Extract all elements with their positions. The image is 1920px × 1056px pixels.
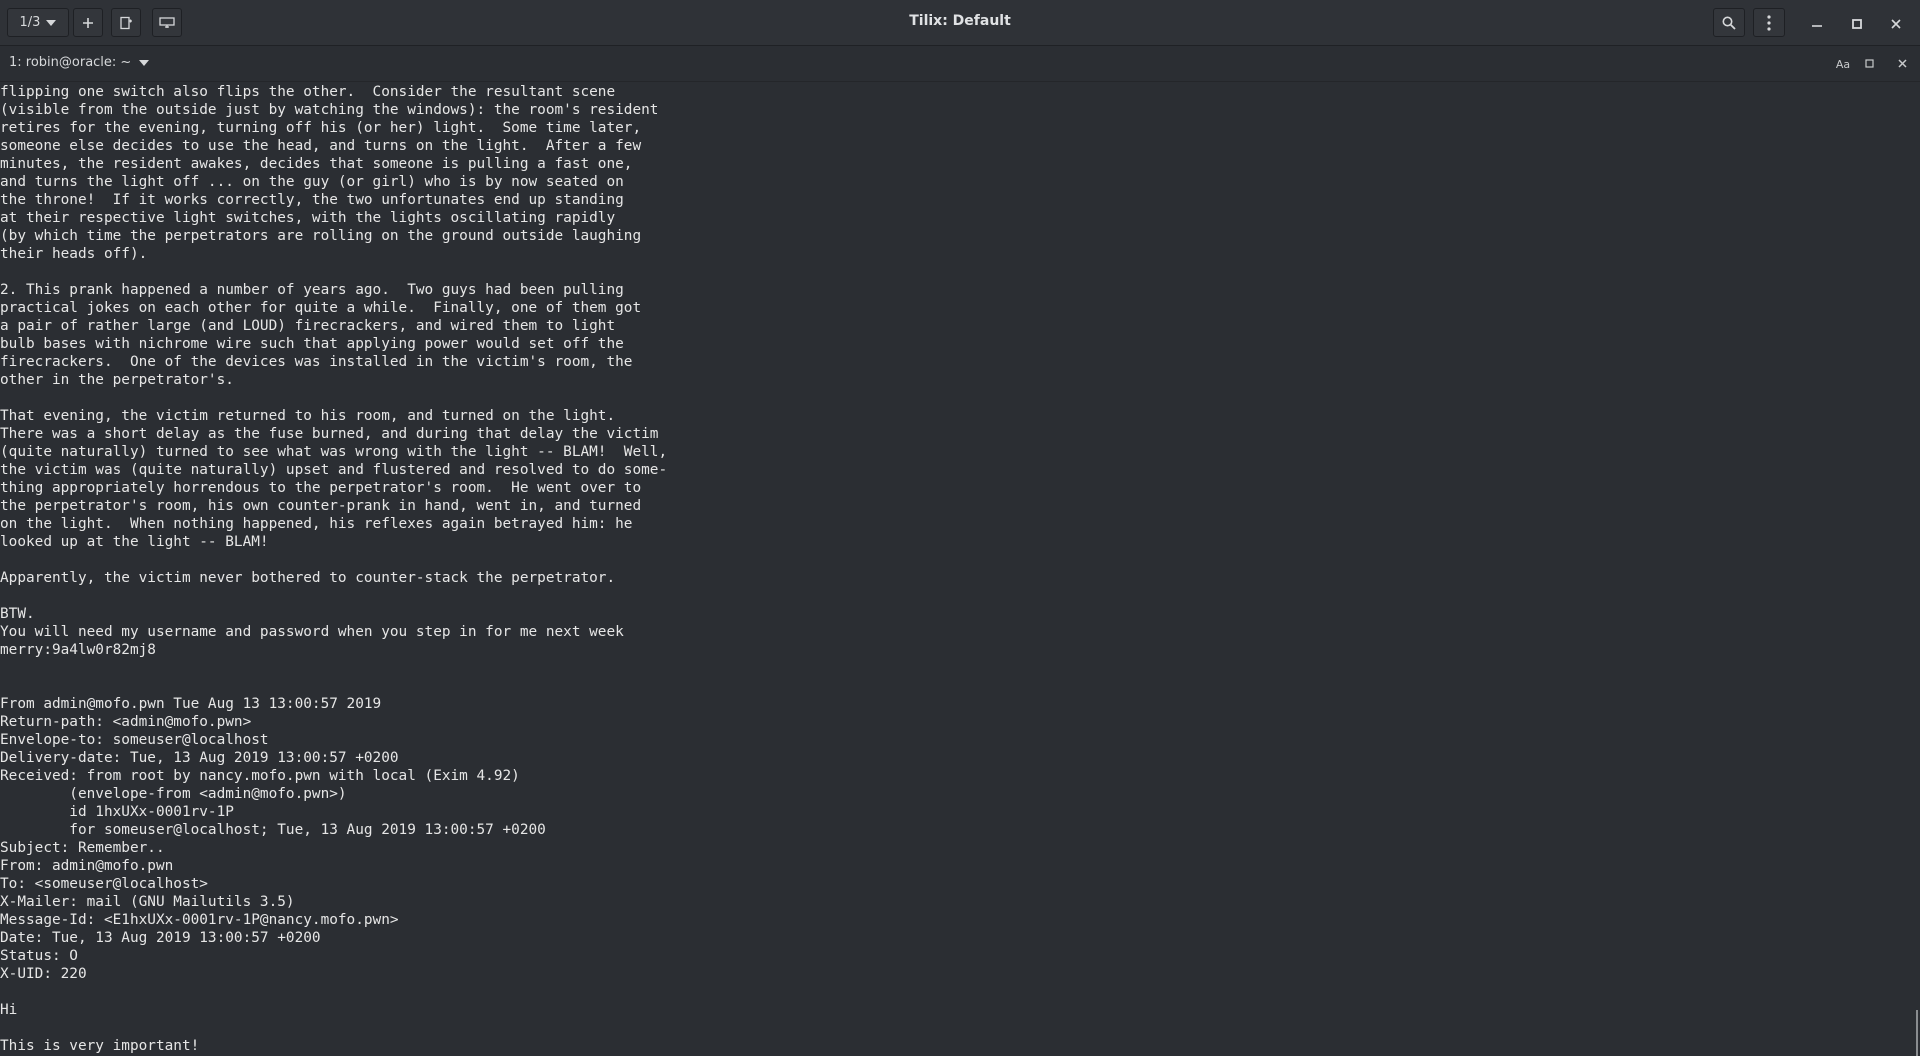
close-button[interactable] bbox=[1883, 10, 1909, 36]
terminal-line: BTW. bbox=[0, 606, 35, 622]
terminal-line: To: <someuser@localhost> bbox=[0, 876, 208, 892]
title-bar: 1/3 Tilix: Default bbox=[0, 0, 1920, 46]
chevron-down-icon bbox=[46, 19, 57, 26]
terminal-window: 1/3 Tilix: Default 1: robin@oracle: ~ Aa… bbox=[0, 0, 1920, 1056]
close-icon bbox=[1891, 14, 1901, 33]
terminal-line: retires for the evening, turning off his… bbox=[0, 120, 642, 136]
terminal-line: on the light. When nothing happened, his… bbox=[0, 516, 633, 532]
font-icon[interactable]: Aa bbox=[1836, 57, 1850, 71]
terminal-line: firecrackers. One of the devices was ins… bbox=[0, 354, 633, 370]
chevron-down-icon bbox=[139, 55, 150, 70]
terminal-line: From: admin@mofo.pwn bbox=[0, 858, 174, 874]
terminal-line: a pair of rather large (and LOUD) firecr… bbox=[0, 318, 616, 334]
terminal-line: That evening, the victim returned to his… bbox=[0, 408, 616, 424]
add-terminal-button[interactable] bbox=[73, 8, 103, 37]
terminal-line: the perpetrator's room, his own counter-… bbox=[0, 498, 642, 514]
terminal-line: other in the perpetrator's. bbox=[0, 372, 234, 388]
sync-input-button[interactable] bbox=[152, 8, 182, 37]
terminal-line: flipping one switch also flips the other… bbox=[0, 84, 616, 100]
terminal-line: looked up at the light -- BLAM! bbox=[0, 534, 269, 550]
terminal-line: Envelope-to: someuser@localhost bbox=[0, 732, 269, 748]
terminal-line: There was a short delay as the fuse burn… bbox=[0, 426, 659, 442]
terminal-line: Status: O bbox=[0, 948, 78, 964]
vertical-dots-icon bbox=[1767, 14, 1771, 31]
terminal-line: and turns the light off ... on the guy (… bbox=[0, 174, 624, 190]
terminal-line: practical jokes on each other for quite … bbox=[0, 300, 642, 316]
terminal-maximize-button[interactable] bbox=[1862, 57, 1876, 71]
terminal-title: 1: robin@oracle: ~ bbox=[9, 55, 132, 70]
terminal-line: the throne! If it works correctly, the t… bbox=[0, 192, 624, 208]
terminal-line: bulb bases with nichrome wire such that … bbox=[0, 336, 624, 352]
terminal-line: their heads off). bbox=[0, 246, 148, 262]
terminal-line: minutes, the resident awakes, decides th… bbox=[0, 156, 633, 172]
add-terminal-right-button[interactable] bbox=[111, 8, 141, 37]
window-title: Tilix: Default bbox=[909, 13, 1011, 29]
session-selector-button[interactable]: 1/3 bbox=[7, 8, 69, 37]
menu-button[interactable] bbox=[1753, 8, 1785, 37]
terminal-line: You will need my username and password w… bbox=[0, 624, 624, 640]
terminal-line: From admin@mofo.pwn Tue Aug 13 13:00:57 … bbox=[0, 696, 382, 712]
terminal-line: (envelope-from <admin@mofo.pwn>) bbox=[0, 786, 347, 802]
terminal-line: someone else decides to use the head, an… bbox=[0, 138, 642, 154]
terminal-title-menu[interactable]: 1: robin@oracle: ~ bbox=[9, 55, 150, 70]
terminal-line: at their respective light switches, with… bbox=[0, 210, 616, 226]
session-label: 1/3 bbox=[19, 15, 41, 30]
search-icon bbox=[1722, 16, 1736, 30]
terminal-line: thing appropriately horrendous to the pe… bbox=[0, 480, 642, 496]
minimize-icon bbox=[1812, 14, 1822, 33]
close-icon bbox=[1897, 58, 1907, 71]
terminal-line: Subject: Remember.. bbox=[0, 840, 165, 856]
terminal-line: Message-Id: <E1hxUXx-0001rv-1P@nancy.mof… bbox=[0, 912, 399, 928]
terminal-line: (quite naturally) turned to see what was… bbox=[0, 444, 668, 460]
terminal-line: Apparently, the victim never bothered to… bbox=[0, 570, 616, 586]
terminal-line: Delivery-date: Tue, 13 Aug 2019 13:00:57… bbox=[0, 750, 399, 766]
terminal-line: Received: from root by nancy.mofo.pwn wi… bbox=[0, 768, 520, 784]
sync-input-icon bbox=[159, 16, 175, 29]
terminal-output[interactable]: flipping one switch also flips the other… bbox=[0, 83, 1910, 1056]
plus-icon bbox=[82, 17, 94, 29]
terminal-line: X-UID: 220 bbox=[0, 966, 87, 982]
terminal-header: 1: robin@oracle: ~ Aa bbox=[0, 46, 1920, 82]
terminal-line: Date: Tue, 13 Aug 2019 13:00:57 +0200 bbox=[0, 930, 321, 946]
maximize-button[interactable] bbox=[1844, 10, 1870, 36]
scrollbar[interactable] bbox=[1916, 1010, 1918, 1056]
maximize-icon bbox=[1864, 58, 1874, 71]
terminal-close-button[interactable] bbox=[1895, 57, 1909, 71]
search-button[interactable] bbox=[1713, 8, 1745, 37]
terminal-line: Return-path: <admin@mofo.pwn> bbox=[0, 714, 252, 730]
terminal-line: 2. This prank happened a number of years… bbox=[0, 282, 624, 298]
terminal-line: for someuser@localhost; Tue, 13 Aug 2019… bbox=[0, 822, 546, 838]
terminal-line: Hi bbox=[0, 1002, 18, 1018]
terminal-line: merry:9a4lw0r82mj8 bbox=[0, 642, 156, 658]
maximize-icon bbox=[1852, 14, 1862, 33]
terminal-line: (visible from the outside just by watchi… bbox=[0, 102, 659, 118]
terminal-line: This is very important! bbox=[0, 1038, 200, 1054]
minimize-button[interactable] bbox=[1804, 10, 1830, 36]
terminal-line: the victim was (quite naturally) upset a… bbox=[0, 462, 668, 478]
add-terminal-right-icon bbox=[119, 16, 133, 30]
terminal-line: id 1hxUXx-0001rv-1P bbox=[0, 804, 234, 820]
terminal-line: X-Mailer: mail (GNU Mailutils 3.5) bbox=[0, 894, 295, 910]
terminal-line: (by which time the perpetrators are roll… bbox=[0, 228, 642, 244]
